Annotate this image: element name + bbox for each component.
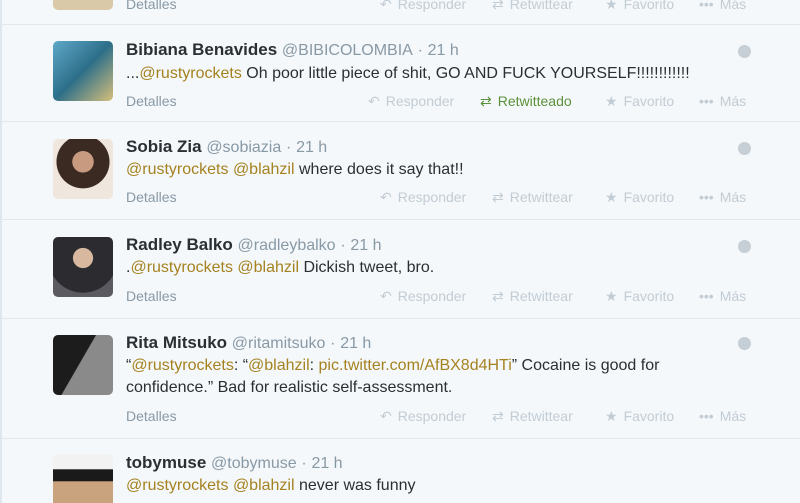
details-link[interactable]: Detalles [126, 189, 177, 205]
reply-icon: ↶ [368, 93, 380, 109]
favorite-button[interactable]: ★ Favorito [605, 0, 674, 13]
tweet-header: Bibiana Benavides @BIBICOLOMBIA · 21 h [126, 40, 459, 59]
tweet-feed: Detalles ↶ Responder ⇄ Retwittear ★ Favorit… [0, 0, 800, 503]
tweet-partial: Detalles ↶ Responder ⇄ Retwittear ★ Favorit… [2, 0, 800, 25]
globe-icon [738, 337, 751, 350]
user-name[interactable]: tobymuse [126, 453, 206, 472]
user-name[interactable]: Radley Balko [126, 235, 233, 254]
retweet-button[interactable]: ⇄ Retwittear [492, 189, 573, 206]
retweeted-button[interactable]: ⇄ Retwitteado [480, 93, 572, 110]
user-handle[interactable]: @radleybalko [238, 237, 336, 254]
details-link[interactable]: Detalles [126, 93, 177, 109]
favorite-button[interactable]: ★ Favorito [605, 408, 674, 425]
mention-link[interactable]: @rustyrockets [131, 357, 233, 374]
more-icon: ••• [699, 408, 714, 424]
user-handle[interactable]: @BIBICOLOMBIA [282, 42, 413, 59]
tweet-time[interactable]: 21 h [340, 335, 371, 352]
favorite-button[interactable]: ★ Favorito [605, 288, 674, 305]
star-icon: ★ [605, 0, 618, 12]
globe-icon [738, 240, 751, 253]
tweet-header: Sobia Zia @sobiazia · 21 h [126, 137, 328, 156]
reply-button[interactable]: ↶ Responder [380, 288, 466, 305]
star-icon: ★ [605, 408, 618, 424]
globe-icon [738, 142, 751, 155]
tweet-time[interactable]: 21 h [311, 455, 342, 472]
user-name[interactable]: Rita Mitsuko [126, 333, 227, 352]
mention-link[interactable]: @blahzil [233, 477, 295, 494]
tweet[interactable]: Radley Balko @radleybalko · 21 h .@rusty… [2, 220, 800, 319]
mention-link[interactable]: @blahzil [233, 161, 295, 178]
more-button[interactable]: ••• Más [699, 408, 746, 424]
user-handle[interactable]: @ritamitsuko [232, 335, 326, 352]
mention-link[interactable]: @rustyrockets [139, 65, 241, 82]
star-icon: ★ [605, 93, 618, 109]
avatar[interactable] [53, 335, 113, 395]
favorite-button[interactable]: ★ Favorito [605, 189, 674, 206]
tweet-time[interactable]: 21 h [296, 139, 327, 156]
reply-button[interactable]: ↶ Responder [380, 0, 466, 13]
more-button[interactable]: ••• Más [699, 0, 746, 12]
details-link[interactable]: Detalles [126, 408, 177, 424]
media-link[interactable]: pic.twitter.com/AfBX8d4HTi [319, 357, 512, 374]
tweet-header: tobymuse @tobymuse · 21 h [126, 453, 343, 472]
avatar[interactable] [53, 41, 113, 101]
tweet[interactable]: Rita Mitsuko @ritamitsuko · 21 h “@rusty… [2, 319, 800, 439]
tweet-time[interactable]: 21 h [350, 237, 381, 254]
retweet-icon: ⇄ [492, 288, 504, 304]
tweet[interactable]: Sobia Zia @sobiazia · 21 h @rustyrockets… [2, 122, 800, 220]
reply-button[interactable]: ↶ Responder [380, 189, 466, 206]
tweet-text: .@rustyrockets @blahzil Dickish tweet, b… [126, 259, 435, 276]
star-icon: ★ [605, 189, 618, 205]
reply-button[interactable]: ↶ Responder [380, 408, 466, 425]
more-button[interactable]: ••• Más [699, 93, 746, 109]
favorite-button[interactable]: ★ Favorito [605, 93, 674, 110]
tweet-header: Rita Mitsuko @ritamitsuko · 21 h [126, 333, 372, 352]
details-link[interactable]: Detalles [126, 0, 177, 12]
retweet-button[interactable]: ⇄ Retwittear [492, 288, 573, 305]
retweet-icon: ⇄ [492, 0, 504, 12]
tweet-text: “@rustyrockets: “@blahzil: pic.twitter.c… [126, 357, 660, 396]
more-icon: ••• [699, 189, 714, 205]
more-button[interactable]: ••• Más [699, 288, 746, 304]
user-handle[interactable]: @sobiazia [206, 139, 281, 156]
mention-link[interactable]: @blahzil [237, 259, 299, 276]
retweet-button[interactable]: ⇄ Retwittear [492, 0, 573, 13]
user-name[interactable]: Sobia Zia [126, 137, 202, 156]
tweet-time[interactable]: 21 h [428, 42, 459, 59]
user-handle[interactable]: @tobymuse [211, 455, 297, 472]
tweet[interactable]: Bibiana Benavides @BIBICOLOMBIA · 21 h .… [2, 25, 800, 122]
reply-icon: ↶ [380, 189, 392, 205]
retweet-icon: ⇄ [492, 408, 504, 424]
tweet-text: ...@rustyrockets Oh poor little piece of… [126, 65, 690, 82]
reply-icon: ↶ [380, 288, 392, 304]
retweet-icon: ⇄ [480, 93, 492, 109]
mention-link[interactable]: @blahzil [248, 357, 310, 374]
more-icon: ••• [699, 0, 714, 12]
more-button[interactable]: ••• Más [699, 189, 746, 205]
tweet[interactable]: tobymuse @tobymuse · 21 h @rustyrockets … [2, 439, 800, 503]
tweet-header: Radley Balko @radleybalko · 21 h [126, 235, 382, 254]
mention-link[interactable]: @rustyrockets [126, 477, 228, 494]
reply-button[interactable]: ↶ Responder [368, 93, 454, 110]
retweet-button[interactable]: ⇄ Retwittear [492, 408, 573, 425]
more-icon: ••• [699, 288, 714, 304]
more-icon: ••• [699, 93, 714, 109]
star-icon: ★ [605, 288, 618, 304]
globe-icon [738, 45, 751, 58]
retweet-icon: ⇄ [492, 189, 504, 205]
details-link[interactable]: Detalles [126, 288, 177, 304]
tweet-text: @rustyrockets @blahzil where does it say… [126, 161, 464, 178]
reply-icon: ↶ [380, 0, 392, 12]
tweet-text: @rustyrockets @blahzil never was funny [126, 477, 416, 494]
mention-link[interactable]: @rustyrockets [126, 161, 228, 178]
reply-icon: ↶ [380, 408, 392, 424]
mention-link[interactable]: @rustyrockets [130, 259, 232, 276]
user-name[interactable]: Bibiana Benavides [126, 40, 277, 59]
avatar[interactable] [53, 454, 113, 503]
